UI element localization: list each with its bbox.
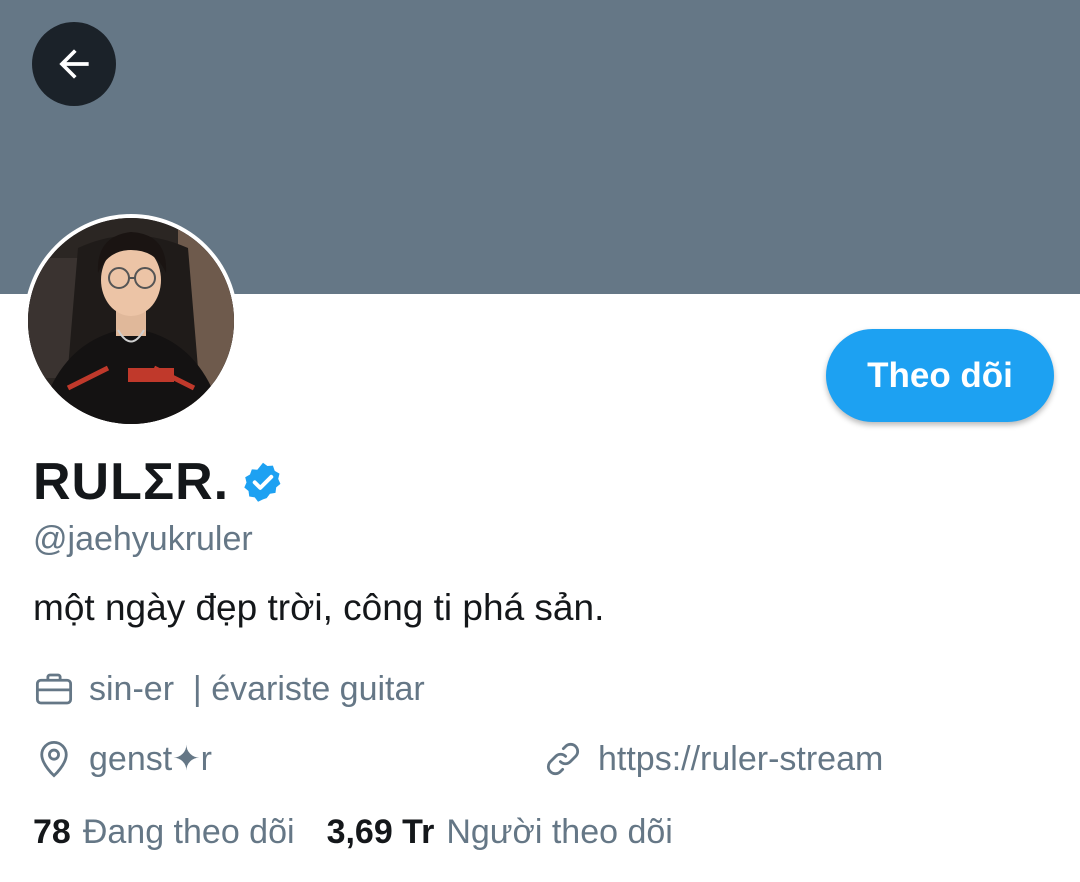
follow-stats: 78 Đang theo dõi 3,69 Tr Người theo dõi xyxy=(33,813,673,852)
briefcase-icon xyxy=(35,673,73,705)
display-name: RULΣR. xyxy=(33,453,230,511)
name-row: RULΣR. xyxy=(33,452,285,512)
location-row: genst✦r xyxy=(33,738,212,780)
profession-row: sin-er | évariste guitar xyxy=(33,668,425,710)
following-label[interactable]: Đang theo dõi xyxy=(83,813,295,852)
follow-button[interactable]: Theo dõi xyxy=(826,329,1054,422)
followers-label[interactable]: Người theo dõi xyxy=(446,813,673,852)
user-bio: một ngày đẹp trời, công ti phá sản. xyxy=(33,587,605,628)
avatar[interactable] xyxy=(24,214,238,428)
profession-text: sin-er | évariste guitar xyxy=(89,669,425,708)
arrow-left-icon xyxy=(59,49,89,79)
link-icon xyxy=(546,742,580,776)
avatar-photo xyxy=(28,218,234,424)
verified-badge-icon xyxy=(244,462,281,502)
link-row[interactable]: https://ruler-stream xyxy=(542,738,883,780)
back-button[interactable] xyxy=(32,22,116,106)
following-count[interactable]: 78 xyxy=(33,813,71,852)
follow-button-label: Theo dõi xyxy=(867,355,1013,395)
location-text: genst✦r xyxy=(89,740,212,778)
user-handle: @jaehyukruler xyxy=(33,520,253,558)
location-pin-icon xyxy=(40,740,68,778)
profile-link[interactable]: https://ruler-stream xyxy=(598,740,883,779)
followers-count[interactable]: 3,69 Tr xyxy=(327,813,435,852)
profile-page: Theo dõi RULΣR. @jaehyukruler một ngày đ… xyxy=(0,0,1080,882)
